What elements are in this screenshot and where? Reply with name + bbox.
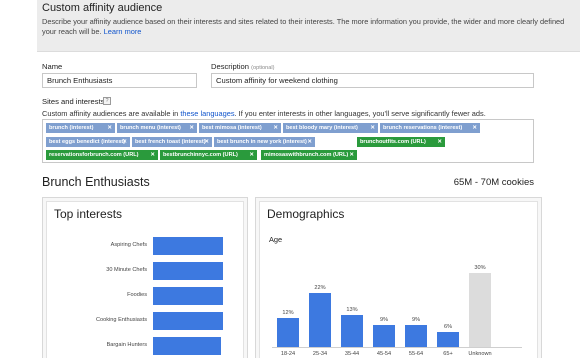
tag-chip: best brunch in new york (interest) ✕ bbox=[214, 137, 315, 147]
audience-size: 65M - 70M cookies bbox=[453, 177, 534, 188]
age-chart-baseline bbox=[272, 347, 522, 348]
custom-affinity-page: Custom affinity audience Describe your a… bbox=[0, 0, 580, 358]
age-category-label: 25-34 bbox=[312, 351, 328, 357]
age-bar bbox=[277, 318, 299, 347]
demographics-card: Demographics Age 12% 18-24 22% 25-34 13% 35-4… bbox=[255, 197, 542, 358]
learn-more-link[interactable]: Learn more bbox=[104, 27, 142, 36]
age-bar bbox=[437, 332, 459, 347]
remove-tag-icon[interactable]: ✕ bbox=[122, 137, 127, 147]
remove-tag-icon[interactable]: ✕ bbox=[189, 123, 194, 133]
age-bar-value: 12% bbox=[282, 310, 294, 316]
tag-label: best bloody mary (interest) bbox=[286, 125, 358, 131]
tag-chip: reservationsforbrunch.com (URL) ✕ bbox=[46, 150, 158, 160]
age-category-label: 65+ bbox=[443, 351, 453, 357]
tag-label: brunch reservations (interest) bbox=[383, 125, 463, 131]
age-bar-value: 6% bbox=[443, 324, 453, 330]
tag-chip: brunch menu (interest) ✕ bbox=[117, 123, 197, 133]
sites-interests-input[interactable]: brunch (interest) ✕ brunch menu (interest… bbox=[42, 119, 534, 163]
sites-interests-label: Sites and interests bbox=[42, 97, 105, 106]
remove-tag-icon[interactable]: ✕ bbox=[349, 150, 354, 160]
remove-tag-icon[interactable]: ✕ bbox=[370, 123, 375, 133]
name-label: Name bbox=[42, 62, 63, 71]
tag-label: mimosaswithbrunch.com (URL) bbox=[264, 152, 349, 158]
tag-chip: best mimosa (interest) ✕ bbox=[199, 123, 281, 133]
top-interests-panel: Top interests Aspiring Chefs 30 Minute Ch… bbox=[46, 201, 244, 358]
age-label: Age bbox=[269, 235, 283, 244]
tag-label: best french toast (interest) bbox=[135, 139, 206, 145]
interest-bar bbox=[153, 262, 223, 280]
top-interests-title: Top interests bbox=[54, 207, 123, 221]
demographics-panel: Demographics Age 12% 18-24 22% 25-34 13% 35-4… bbox=[259, 201, 538, 358]
header-description: Describe your affinity audience based on… bbox=[42, 17, 572, 37]
tag-label: brunch menu (interest) bbox=[120, 125, 181, 131]
tag-chip: brunch reservations (interest) ✕ bbox=[380, 123, 480, 133]
remove-tag-icon[interactable]: ✕ bbox=[273, 123, 278, 133]
remove-tag-icon[interactable]: ✕ bbox=[472, 123, 477, 133]
interest-label: Bargain Hunters bbox=[106, 342, 147, 348]
age-bar-value: 22% bbox=[314, 285, 326, 291]
age-bar bbox=[405, 325, 427, 347]
top-interests-card: Top interests Aspiring Chefs 30 Minute Ch… bbox=[42, 197, 248, 358]
age-category-label: Unknown bbox=[468, 351, 492, 357]
age-category-label: 18-24 bbox=[280, 351, 296, 357]
remove-tag-icon[interactable]: ✕ bbox=[437, 137, 442, 147]
age-bar bbox=[469, 273, 491, 347]
tag-chip: brunchoutfits.com (URL) ✕ bbox=[357, 137, 445, 147]
tag-label: best mimosa (interest) bbox=[202, 125, 262, 131]
age-bar-value: 13% bbox=[346, 307, 358, 313]
languages-note: Custom affinity audiences are available … bbox=[42, 109, 486, 118]
age-category-label: 35-44 bbox=[344, 351, 360, 357]
age-bar bbox=[341, 315, 363, 347]
demographics-title: Demographics bbox=[267, 207, 345, 221]
age-category-label: 45-54 bbox=[376, 351, 392, 357]
languages-note-prefix: Custom affinity audiences are available … bbox=[42, 109, 179, 118]
tag-label: reservationsforbrunch.com (URL) bbox=[49, 152, 139, 158]
remove-tag-icon[interactable]: ✕ bbox=[107, 123, 112, 133]
description-label-text: Description bbox=[211, 62, 249, 71]
tag-chip: bestbrunchinnyc.com (URL) ✕ bbox=[160, 150, 257, 160]
tag-chip: mimosaswithbrunch.com (URL) ✕ bbox=[261, 150, 357, 160]
affinity-header: Custom affinity audience Describe your a… bbox=[37, 0, 580, 52]
interest-bar bbox=[153, 287, 223, 305]
tag-label: best eggs benedict (interest) bbox=[49, 139, 126, 145]
age-bar bbox=[373, 325, 395, 347]
description-field[interactable]: Custom affinity for weekend clothing bbox=[211, 73, 534, 88]
tag-chip: best french toast (interest) ✕ bbox=[132, 137, 212, 147]
age-bar-value: 30% bbox=[474, 265, 486, 271]
interest-bar bbox=[153, 337, 221, 355]
tag-chip: best eggs benedict (interest) ✕ bbox=[46, 137, 130, 147]
remove-tag-icon[interactable]: ✕ bbox=[249, 150, 254, 160]
remove-tag-icon[interactable]: ✕ bbox=[204, 137, 209, 147]
age-bar-value: 9% bbox=[411, 317, 421, 323]
description-optional-hint: (optional) bbox=[251, 65, 275, 71]
remove-tag-icon[interactable]: ✕ bbox=[307, 137, 312, 147]
tag-chip: brunch (interest) ✕ bbox=[46, 123, 115, 133]
help-icon[interactable]: ? bbox=[103, 97, 111, 105]
description-label: Description (optional) bbox=[211, 62, 274, 71]
interest-bar bbox=[153, 237, 223, 255]
interest-label: Foodies bbox=[127, 292, 147, 298]
age-bar bbox=[309, 293, 331, 347]
page-title: Custom affinity audience bbox=[42, 2, 163, 14]
tag-chip: best bloody mary (interest) ✕ bbox=[283, 123, 378, 133]
tag-label: brunch (interest) bbox=[49, 125, 94, 131]
age-category-label: 55-64 bbox=[408, 351, 424, 357]
interest-label: Cooking Enthusiasts bbox=[96, 317, 147, 323]
languages-note-suffix: . If you enter interests in other langua… bbox=[234, 109, 486, 118]
interest-label: 30 Minute Chefs bbox=[106, 267, 147, 273]
interest-bar bbox=[153, 312, 223, 330]
tag-label: best brunch in new york (interest) bbox=[217, 139, 307, 145]
these-languages-link[interactable]: these languages bbox=[180, 109, 234, 118]
tag-label: bestbrunchinnyc.com (URL) bbox=[163, 152, 238, 158]
interest-label: Aspiring Chefs bbox=[110, 242, 147, 248]
age-bar-value: 9% bbox=[379, 317, 389, 323]
tag-label: brunchoutfits.com (URL) bbox=[360, 139, 426, 145]
audience-title: Brunch Enthusiasts bbox=[42, 175, 150, 189]
remove-tag-icon[interactable]: ✕ bbox=[150, 150, 155, 160]
name-field[interactable]: Brunch Enthusiasts bbox=[42, 73, 197, 88]
